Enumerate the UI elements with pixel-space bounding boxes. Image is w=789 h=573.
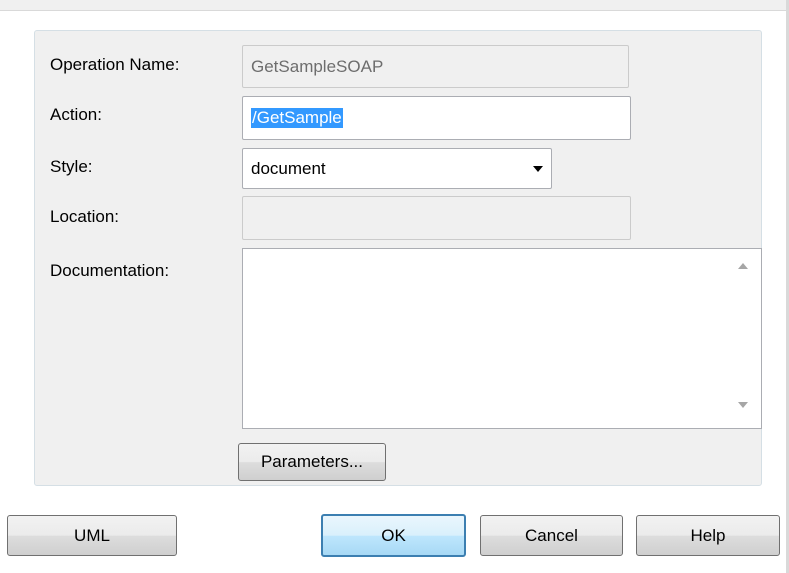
action-value-selected: /GetSample (251, 108, 343, 128)
scroll-track[interactable] (741, 285, 745, 392)
operation-name-label: Operation Name: (50, 55, 180, 74)
help-button[interactable]: Help (636, 515, 780, 556)
style-label: Style: (50, 157, 93, 176)
action-label: Action: (50, 105, 102, 124)
action-field[interactable]: /GetSample (242, 96, 631, 140)
chevron-down-icon[interactable] (533, 165, 543, 172)
location-label: Location: (50, 207, 119, 226)
location-field[interactable] (242, 196, 631, 240)
documentation-scrollbar[interactable] (725, 249, 761, 428)
style-combobox[interactable]: document (242, 148, 552, 189)
operation-name-field[interactable]: GetSampleSOAP (242, 45, 629, 88)
cancel-button[interactable]: Cancel (480, 515, 623, 556)
dialog-top-edge (0, 0, 789, 11)
parameters-button[interactable]: Parameters... (238, 443, 386, 481)
documentation-label: Documentation: (50, 261, 170, 280)
ok-button[interactable]: OK (321, 514, 466, 557)
scroll-up-arrow-icon[interactable] (738, 263, 748, 269)
style-selected-value: document (251, 158, 326, 178)
operation-properties-dialog: Operation Name: GetSampleSOAP Action: /G… (0, 0, 789, 573)
operation-name-value: GetSampleSOAP (251, 56, 384, 76)
uml-button[interactable]: UML (7, 515, 177, 556)
scroll-down-arrow-icon[interactable] (738, 402, 748, 408)
documentation-textarea[interactable] (242, 248, 762, 429)
